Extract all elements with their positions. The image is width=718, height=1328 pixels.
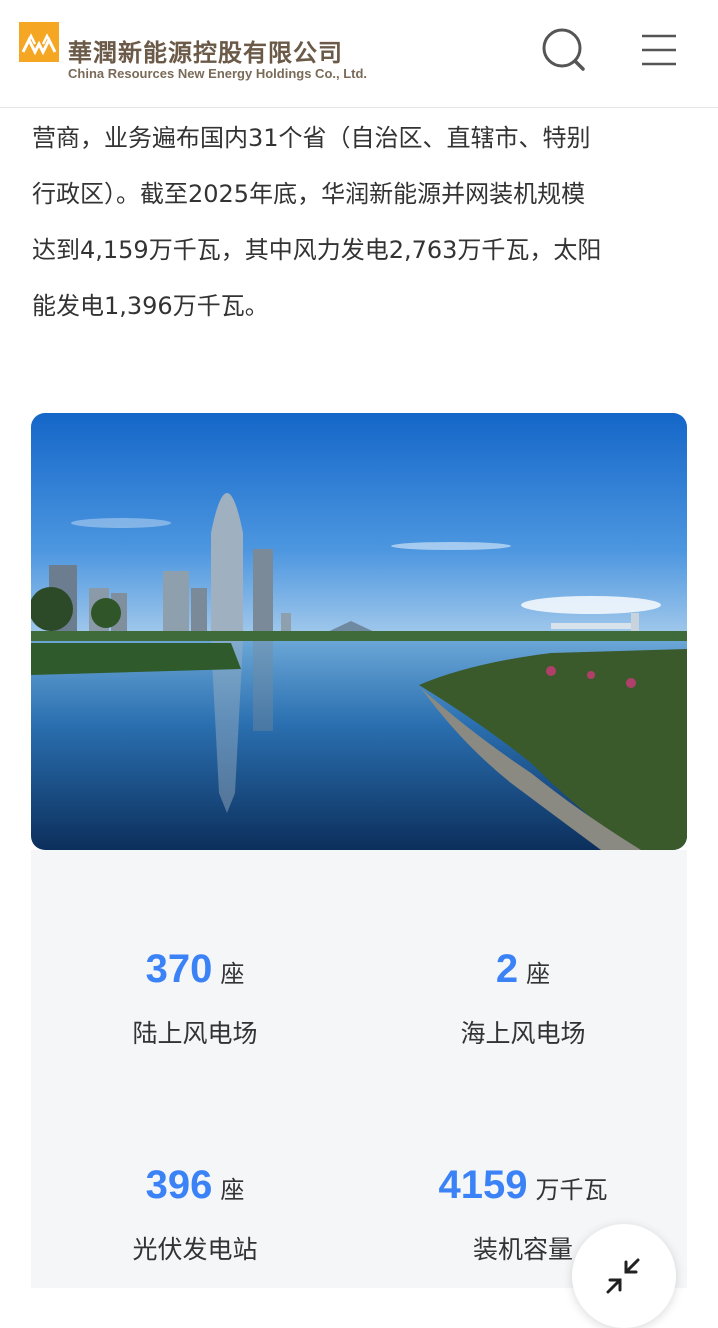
- stat-unit: 座: [526, 960, 551, 988]
- stats-panel: 370 座 陆上风电场 2座 海上风电场 396 座 光伏发电站 4159 万千瓦 装…: [31, 850, 687, 1288]
- stat-label: 光伏发电站: [132, 1235, 258, 1264]
- stat-unit: 座: [220, 960, 245, 988]
- site-header: 華潤新能源控股有限公司 China Resources New Energy H…: [0, 0, 718, 108]
- company-logo-icon[interactable]: [19, 22, 59, 62]
- intro-line: 营商，业务遍布国内31个省（自治区、直辖市、特别: [32, 124, 591, 152]
- stat-value: 2: [495, 947, 519, 991]
- stat-value: 370: [145, 947, 213, 991]
- search-icon: [542, 28, 585, 71]
- collapse-button[interactable]: [572, 1224, 676, 1328]
- menu-button[interactable]: [640, 33, 678, 67]
- stat-value: 4159: [438, 1163, 528, 1207]
- company-name-en[interactable]: China Resources New Energy Holdings Co.,…: [68, 66, 367, 81]
- stat-unit: 万千瓦: [535, 1176, 608, 1204]
- search-button[interactable]: [540, 27, 586, 73]
- stat-offshore-wind: 2座 海上风电场: [359, 944, 687, 1050]
- company-name-cn[interactable]: 華潤新能源控股有限公司: [68, 33, 343, 68]
- stat-label: 海上风电场: [460, 1019, 586, 1048]
- intro-line: 达到4,159万千瓦，其中风力发电2,763万千瓦，太阳: [32, 236, 602, 264]
- stat-unit: 座: [220, 1176, 245, 1204]
- intro-line: 行政区）。截至2025年底，华润新能源并网装机规模: [32, 180, 586, 208]
- intro-paragraph: 营商，业务遍布国内31个省（自治区、直辖市、特别 行政区）。截至2025年底，华…: [32, 110, 692, 334]
- intro-line: 能发电1,396万千瓦。: [32, 292, 269, 320]
- stat-solar: 396 座 光伏发电站: [31, 1160, 359, 1266]
- hamburger-menu-icon: [642, 34, 676, 66]
- city-lake-photo: [31, 413, 687, 850]
- stat-onshore-wind: 370 座 陆上风电场: [31, 944, 359, 1050]
- collapse-arrows-icon: [606, 1258, 640, 1294]
- stat-label: 陆上风电场: [132, 1019, 258, 1048]
- stat-value: 396: [145, 1163, 213, 1207]
